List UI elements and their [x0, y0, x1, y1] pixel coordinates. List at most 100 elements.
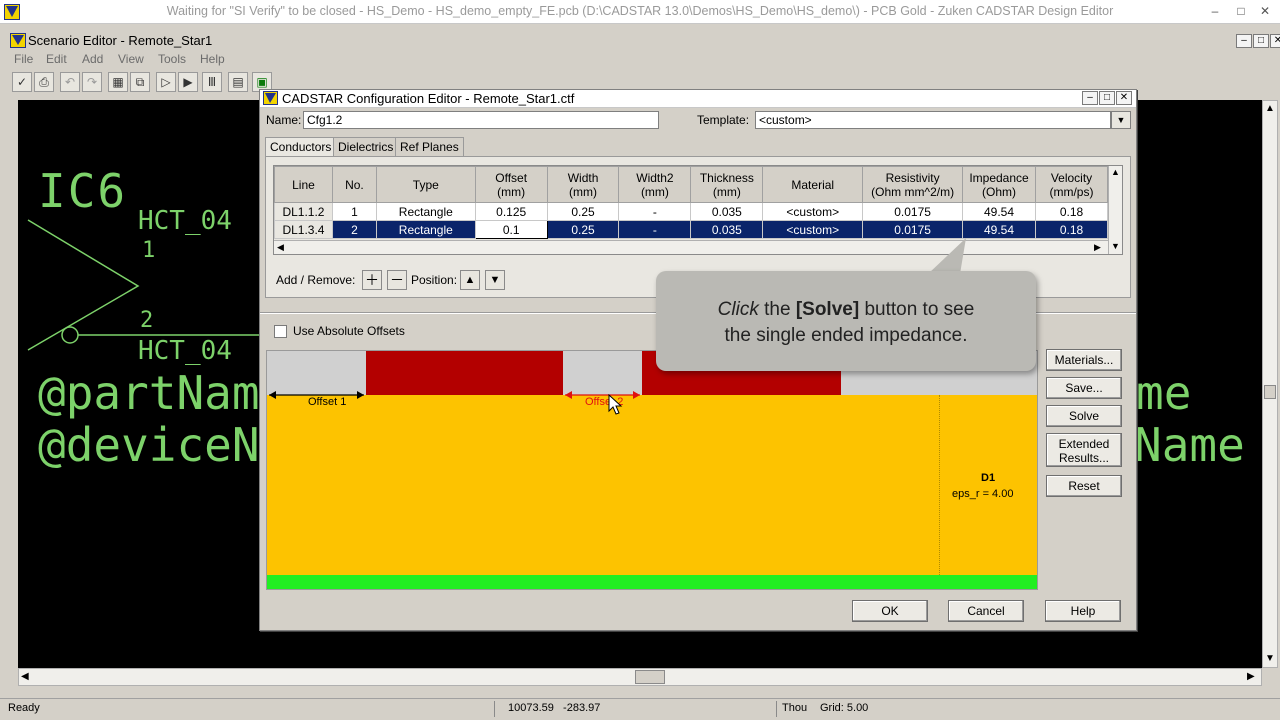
copy-icon[interactable]: ⧉ [130, 72, 150, 92]
dielectric-layer [267, 395, 1037, 575]
minimize-icon[interactable]: – [1206, 4, 1224, 20]
cell-material[interactable]: <custom> [762, 202, 864, 221]
col-offset: Offset (mm) [474, 166, 548, 203]
resistor-icon[interactable]: Ⅲ [202, 72, 222, 92]
solve-button[interactable]: Solve [1046, 405, 1122, 427]
tab-dielectrics[interactable]: Dielectrics [333, 137, 399, 157]
verify-icon[interactable]: ✓ [12, 72, 32, 92]
save-button[interactable]: Save... [1046, 377, 1122, 399]
table-row[interactable]: DL1.1.2 1 Rectangle 0.125 0.25 - 0.035 <… [274, 202, 1109, 221]
h-scroll-thumb[interactable] [635, 670, 665, 684]
cell-resistivity[interactable]: 0.0175 [862, 202, 964, 221]
driver-icon[interactable]: ▷ [156, 72, 176, 92]
scenario-titlebar: Scenario Editor - Remote_Star1 – □ ✕ [8, 32, 1280, 50]
monitor-icon[interactable]: ▤ [228, 72, 248, 92]
cell-type[interactable]: Rectangle [375, 220, 476, 239]
grid-scroll-left-icon[interactable]: ◀ [277, 242, 284, 253]
template-label: Template: [697, 113, 750, 127]
status-ready: Ready [8, 702, 40, 714]
scenario-close-icon[interactable]: ✕ [1270, 34, 1280, 48]
grid-scroll-up-icon[interactable]: ▲ [1111, 167, 1120, 177]
vertical-scrollbar[interactable]: ▲ ▼ [1262, 100, 1278, 668]
menu-add[interactable]: Add [82, 52, 103, 66]
cell-width[interactable]: 0.25 [546, 202, 620, 221]
absolute-offsets-checkbox[interactable] [274, 325, 287, 338]
col-width: Width (mm) [546, 166, 620, 203]
tutorial-callout: Click the [Solve] button to see the sing… [656, 271, 1036, 371]
col-thickness-label: Thickness [699, 170, 754, 185]
move-up-button[interactable]: ▲ [460, 270, 480, 290]
undo-icon[interactable]: ↶ [60, 72, 80, 92]
add-row-button[interactable]: ＋ [362, 270, 382, 290]
cell-width2[interactable]: - [618, 202, 692, 221]
materials-button[interactable]: Materials... [1046, 349, 1122, 371]
cell-thickness[interactable]: 0.035 [690, 202, 764, 221]
tab-ref-planes[interactable]: Ref Planes [395, 137, 464, 157]
cell-velocity[interactable]: 0.18 [1034, 220, 1109, 239]
cell-velocity[interactable]: 0.18 [1034, 202, 1109, 221]
cell-width[interactable]: 0.25 [546, 220, 620, 239]
col-resistivity-label: Resistivity [885, 170, 940, 185]
extended-results-button[interactable]: Extended Results... [1046, 433, 1122, 467]
v-scroll-thumb[interactable] [1264, 385, 1276, 399]
template-select[interactable]: <custom> [755, 111, 1111, 129]
horizontal-scrollbar[interactable]: ◀ ▶ [18, 668, 1262, 686]
dialog-maximize-icon[interactable]: □ [1099, 91, 1115, 105]
menu-help[interactable]: Help [200, 52, 225, 66]
app-titlebar: Waiting for "SI Verify" to be closed - H… [0, 0, 1280, 24]
scroll-up-icon[interactable]: ▲ [1265, 103, 1275, 114]
cell-thickness[interactable]: 0.035 [690, 220, 764, 239]
col-width2-unit: (mm) [640, 184, 669, 199]
cell-material[interactable]: <custom> [762, 220, 864, 239]
move-down-button[interactable]: ▼ [485, 270, 505, 290]
buffer-icon[interactable]: ▶ [178, 72, 198, 92]
extended-results-line2: Results... [1058, 451, 1109, 465]
cell-no[interactable]: 2 [331, 220, 377, 239]
help-button[interactable]: Help [1045, 600, 1121, 622]
menu-view[interactable]: View [118, 52, 144, 66]
close-icon[interactable]: ✕ [1256, 4, 1274, 20]
grid-scroll-down-icon[interactable]: ▼ [1111, 241, 1120, 251]
scroll-down-icon[interactable]: ▼ [1265, 653, 1275, 664]
status-coordinates: 10073.59 -283.97 [508, 702, 601, 714]
tab-conductors[interactable]: Conductors [265, 137, 337, 157]
col-width-label: Width [567, 170, 599, 185]
scenario-minimize-icon[interactable]: – [1236, 34, 1252, 48]
scroll-right-icon[interactable]: ▶ [1247, 671, 1255, 682]
grid-horizontal-scrollbar[interactable]: ◀ ▶ [274, 240, 1108, 254]
col-thickness: Thickness (mm) [690, 166, 764, 203]
menu-file[interactable]: File [14, 52, 33, 66]
redo-icon[interactable]: ↷ [82, 72, 102, 92]
scenario-maximize-icon[interactable]: □ [1253, 34, 1269, 48]
dialog-close-icon[interactable]: ✕ [1116, 91, 1132, 105]
template-dropdown-icon[interactable]: ▼ [1111, 111, 1131, 129]
grid-scroll-right-icon[interactable]: ▶ [1094, 242, 1101, 253]
cell-width2[interactable]: - [618, 220, 692, 239]
menu-tools[interactable]: Tools [158, 52, 186, 66]
col-resistivity-unit: (Ohm mm^2/m) [871, 184, 955, 199]
cell-offset-editing[interactable]: 0.1 [474, 220, 548, 239]
dielectric-permittivity: eps_r = 4.00 [952, 488, 1014, 500]
print-icon[interactable]: ⎙ [34, 72, 54, 92]
dialog-minimize-icon[interactable]: – [1082, 91, 1098, 105]
scroll-left-icon[interactable]: ◀ [21, 671, 29, 682]
grid-vertical-scrollbar[interactable]: ▲ ▼ [1108, 166, 1122, 254]
cell-no[interactable]: 1 [331, 202, 377, 221]
ok-button[interactable]: OK [852, 600, 928, 622]
table-row-selected[interactable]: DL1.3.4 2 Rectangle 0.1 0.25 - 0.035 <cu… [274, 220, 1109, 239]
menu-edit[interactable]: Edit [46, 52, 67, 66]
cell-line[interactable]: DL1.3.4 [274, 220, 333, 239]
remove-row-button[interactable]: － [387, 270, 407, 290]
cancel-button[interactable]: Cancel [948, 600, 1024, 622]
name-field[interactable]: Cfg1.2 [303, 111, 659, 129]
cross-section-view: Offset 1 Offset 2 D1 eps_r = 4.00 [266, 350, 1038, 590]
col-impedance-label: Impedance [969, 170, 1029, 185]
maximize-icon[interactable]: □ [1232, 4, 1250, 20]
cell-type[interactable]: Rectangle [375, 202, 476, 221]
cell-impedance[interactable]: 49.54 [962, 202, 1036, 221]
absolute-offsets-label: Use Absolute Offsets [293, 324, 405, 338]
cell-offset[interactable]: 0.125 [474, 202, 548, 221]
component-icon[interactable]: ▦ [108, 72, 128, 92]
cell-line[interactable]: DL1.1.2 [274, 202, 333, 221]
reset-button[interactable]: Reset [1046, 475, 1122, 497]
